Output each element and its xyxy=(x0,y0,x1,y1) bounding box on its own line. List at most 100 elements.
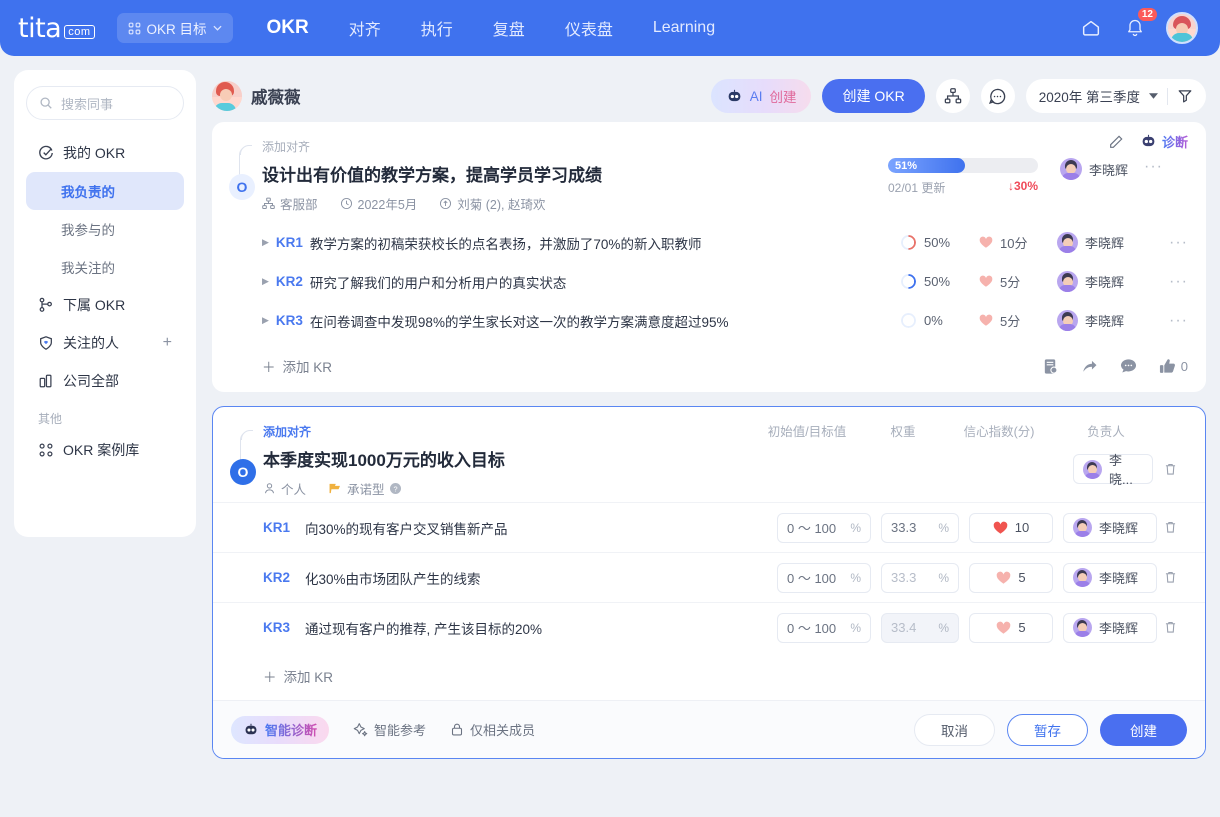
sidebar-item-label: 我关注的 xyxy=(61,261,115,276)
kr-owner[interactable]: 李晓辉 xyxy=(1057,232,1153,253)
nav-item-dashboard[interactable]: 仪表盘 xyxy=(545,0,633,56)
kr-range-input[interactable]: 0 ～ 100 % xyxy=(777,512,871,543)
sidebar-item-following[interactable]: 我关注的 xyxy=(26,248,184,286)
org-chart-icon[interactable] xyxy=(935,79,970,113)
add-alignment-link[interactable]: 添加对齐 xyxy=(263,423,737,440)
more-dots-icon[interactable]: ··· xyxy=(1144,158,1163,176)
current-user-chip[interactable]: 戚薇薇 xyxy=(212,81,301,111)
bell-icon[interactable]: 12 xyxy=(1122,8,1157,41)
expand-caret-icon[interactable]: ▶ xyxy=(262,276,269,287)
thumbs-up-button[interactable]: 0 xyxy=(1159,358,1188,375)
kr-range-input[interactable]: 0 ～ 100 % xyxy=(777,562,871,593)
nav-item-align[interactable]: 对齐 xyxy=(329,0,401,56)
smart-reference-button[interactable]: 智能参考 xyxy=(353,720,426,739)
sidebar-item-owned-by-me[interactable]: 我负责的 xyxy=(26,172,184,210)
kr-weight-input[interactable]: 33.3 % xyxy=(881,562,959,593)
kr-row[interactable]: ▶ KR2 研究了解我们的用户和分析用户的真实状态 50% 5分 李晓辉 ··· xyxy=(212,262,1206,301)
kr-tag: KR1 xyxy=(263,520,291,535)
kr-range-input[interactable]: 0 ～ 100 % xyxy=(777,612,871,643)
trash-icon[interactable] xyxy=(1163,570,1189,585)
more-dots-icon[interactable]: ··· xyxy=(1169,273,1188,291)
nav-item-review[interactable]: 复盘 xyxy=(473,0,545,56)
add-kr-button[interactable]: ＋ 添加 KR xyxy=(262,356,332,376)
nav-item-learning[interactable]: Learning xyxy=(633,0,735,56)
nav-item-okr[interactable]: OKR xyxy=(247,0,329,56)
sidebar-item-label: 公司全部 xyxy=(63,373,119,389)
kr-owner[interactable]: 李晓辉 xyxy=(1057,271,1153,292)
kr-confidence-input[interactable]: 5 xyxy=(969,562,1053,593)
user-avatar[interactable] xyxy=(1166,12,1198,44)
pencil-icon[interactable] xyxy=(1108,134,1124,150)
kr-row[interactable]: ▶ KR3 在问卷调查中发现98%的学生家长对这一次的教学方案满意度超过95% … xyxy=(212,301,1206,340)
comment-icon[interactable] xyxy=(980,79,1015,113)
kr-owner-selector[interactable]: 李晓辉 xyxy=(1063,562,1157,593)
kr-weight-input[interactable]: 33.4 % xyxy=(881,612,959,643)
kr-row[interactable]: ▶ KR1 教学方案的初稿荣获校长的点名表扬，并激励了70%的新入职教师 50%… xyxy=(212,223,1206,262)
kr-text-input[interactable]: 通过现有客户的推荐, 产生该目标的20% xyxy=(305,618,777,638)
expand-caret-icon[interactable]: ▶ xyxy=(262,237,269,248)
search-input[interactable]: 搜索同事 xyxy=(26,86,184,120)
kr-range-value: 0 ～ 100 xyxy=(787,521,837,536)
add-followed-person-button[interactable]: + xyxy=(163,334,172,352)
meta-department-label: 客服部 xyxy=(280,198,318,212)
kr-owner-selector[interactable]: 李晓辉 xyxy=(1063,512,1157,543)
org-tree-icon xyxy=(38,297,54,313)
share-icon[interactable] xyxy=(1081,358,1098,375)
add-kr-button[interactable]: ＋ 添加 KR xyxy=(263,666,333,686)
sidebar-item-subordinate-okr[interactable]: 下属 OKR xyxy=(26,286,184,324)
add-alignment-link[interactable]: 添加对齐 xyxy=(262,138,888,155)
quarter-selector[interactable]: 2020年 第三季度 xyxy=(1025,79,1206,113)
trash-icon[interactable] xyxy=(1163,462,1189,477)
trash-icon[interactable] xyxy=(1163,620,1189,635)
home-icon[interactable] xyxy=(1078,15,1104,41)
help-icon[interactable]: ? xyxy=(389,483,401,494)
save-draft-button[interactable]: 暂存 xyxy=(1007,713,1088,746)
nav-item-execute[interactable]: 执行 xyxy=(401,0,473,56)
kr-confidence-input[interactable]: 10 xyxy=(969,512,1053,543)
trash-icon[interactable] xyxy=(1163,520,1189,535)
objective-title[interactable]: 设计出有价值的教学方案，提高学员学习成绩 xyxy=(262,161,888,186)
create-button[interactable]: 创建 xyxy=(1100,713,1187,746)
kr-confidence-input[interactable]: 5 xyxy=(969,612,1053,643)
kr-owner-selector[interactable]: 李晓辉 xyxy=(1063,612,1157,643)
sidebar-group-label: 其他 xyxy=(38,412,63,426)
kr-owner-label: 李晓辉 xyxy=(1099,621,1139,636)
column-header: 初始值/目标值 xyxy=(767,425,847,439)
progress-ring-icon xyxy=(901,235,917,250)
smart-diagnose-button[interactable]: 智能诊断 xyxy=(231,715,330,744)
ai-create-button[interactable]: AI 创建 xyxy=(710,79,812,113)
sidebar-item-my-okr[interactable]: 我的 OKR xyxy=(26,134,184,172)
objective-title[interactable]: 本季度实现1000万元的收入目标 xyxy=(263,446,737,471)
meta-people-label: 刘菊 (2), 赵琦欢 xyxy=(457,198,546,212)
cancel-button[interactable]: 取消 xyxy=(914,713,995,746)
comment-icon[interactable] xyxy=(1120,358,1137,374)
more-dots-icon[interactable]: ··· xyxy=(1169,234,1188,252)
content-toolbar: 戚薇薇 AI 创建 创建 OKR 2020年 第三季度 xyxy=(212,70,1206,122)
okr-goal-selector[interactable]: OKR 目标 xyxy=(116,13,233,43)
privacy-setting-button[interactable]: 仅相关成员 xyxy=(450,720,535,739)
task-icon[interactable] xyxy=(1042,358,1059,375)
meta-scope[interactable]: 个人 xyxy=(263,479,306,498)
objective-owner[interactable]: 李晓辉 xyxy=(1060,158,1128,180)
sidebar-item-followed-people[interactable]: 关注的人 + xyxy=(26,324,184,362)
kr-weight-input[interactable]: 33.3 % xyxy=(881,512,959,543)
kr-owner[interactable]: 李晓辉 xyxy=(1057,310,1153,331)
kr-weight-value: 33.4 xyxy=(891,620,917,635)
kr-text-input[interactable]: 向30%的现有客户交叉销售新产品 xyxy=(305,518,777,538)
sidebar-item-participating[interactable]: 我参与的 xyxy=(26,210,184,248)
avatar xyxy=(212,81,242,111)
sidebar-item-okr-case-library[interactable]: OKR 案例库 xyxy=(26,431,184,469)
meta-type[interactable]: 承诺型 ? xyxy=(328,479,401,498)
objective-owner-label: 李晓辉 xyxy=(1089,162,1129,178)
filter-icon[interactable] xyxy=(1177,88,1193,104)
app-logo[interactable]: tita com xyxy=(18,15,95,42)
okr-selector-label: OKR 目标 xyxy=(146,22,207,37)
create-okr-button[interactable]: 创建 OKR xyxy=(822,79,925,113)
sidebar-item-company-all[interactable]: 公司全部 xyxy=(26,362,184,400)
expand-caret-icon[interactable]: ▶ xyxy=(262,315,269,326)
org-tree-icon xyxy=(262,197,275,210)
diagnose-button[interactable]: 诊断 xyxy=(1140,132,1188,151)
more-dots-icon[interactable]: ··· xyxy=(1169,312,1188,330)
kr-text-input[interactable]: 化30%由市场团队产生的线索 xyxy=(305,568,777,588)
objective-owner-selector[interactable]: 李晓... xyxy=(1073,453,1153,487)
